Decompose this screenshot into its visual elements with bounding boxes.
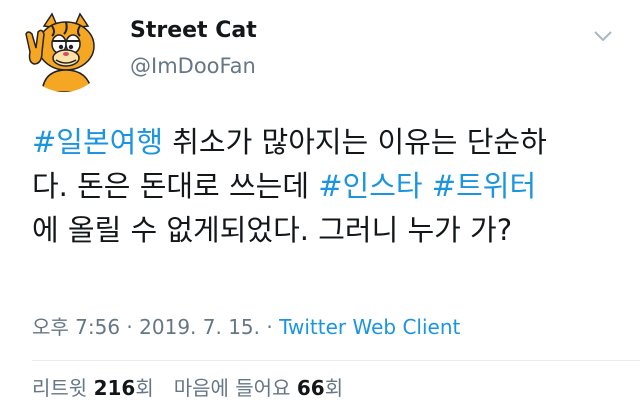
retweet-count: 216 [93,376,136,400]
tweet-text: #일본여행 취소가 많아지는 이유는 단순하 다. 돈은 돈대로 쓰는데 #인스타… [32,120,632,252]
tweet-date[interactable]: 2019. 7. 15. [139,315,260,339]
tweet-meta: 오후 7:56 · 2019. 7. 15. · Twitter Web Cli… [32,311,460,340]
cartoon-cat-avatar-icon [25,12,95,92]
tweet-line: 다. 돈은 돈대로 쓰는데 #인스타 #트위터 [32,164,632,208]
like-label: 마음에 들어요 [173,376,291,400]
user-handle[interactable]: @ImDooFan [130,54,256,78]
display-name[interactable]: Street Cat [130,18,257,43]
tweet-time[interactable]: 오후 7:56 [32,315,120,339]
tweet-text-segment: 에 올릴 수 없게되었다. 그러니 누가 가? [32,213,513,247]
tweet-stats: 리트윗 216회 마음에 들어요 66회 [32,372,343,401]
retweet-label: 리트윗 [32,376,88,400]
hashtag-link[interactable]: #인스타 [318,169,422,203]
like-unit: 회 [324,376,344,400]
like-stat[interactable]: 마음에 들어요 66회 [174,376,343,400]
like-count: 66 [296,376,325,400]
tweet-source-link[interactable]: Twitter Web Client [279,315,460,339]
tweet-line: 에 올릴 수 없게되었다. 그러니 누가 가? [32,208,632,252]
meta-separator: · [120,315,140,339]
tweet-text-segment: 다. 돈은 돈대로 쓰는데 [32,169,319,203]
hashtag-link[interactable]: #트위터 [432,169,536,203]
chevron-down-icon[interactable] [592,28,614,44]
avatar[interactable] [22,8,106,92]
hashtag-link[interactable]: #일본여행 [32,125,163,159]
tweet-text-segment: 취소가 많아지는 이유는 단순하 [163,125,547,159]
retweet-unit: 회 [135,376,154,400]
tweet-line: #일본여행 취소가 많아지는 이유는 단순하 [32,120,632,164]
retweet-stat[interactable]: 리트윗 216회 [32,376,154,400]
meta-separator: · [260,315,280,339]
divider [32,360,640,361]
tweet-text-segment [423,169,432,203]
